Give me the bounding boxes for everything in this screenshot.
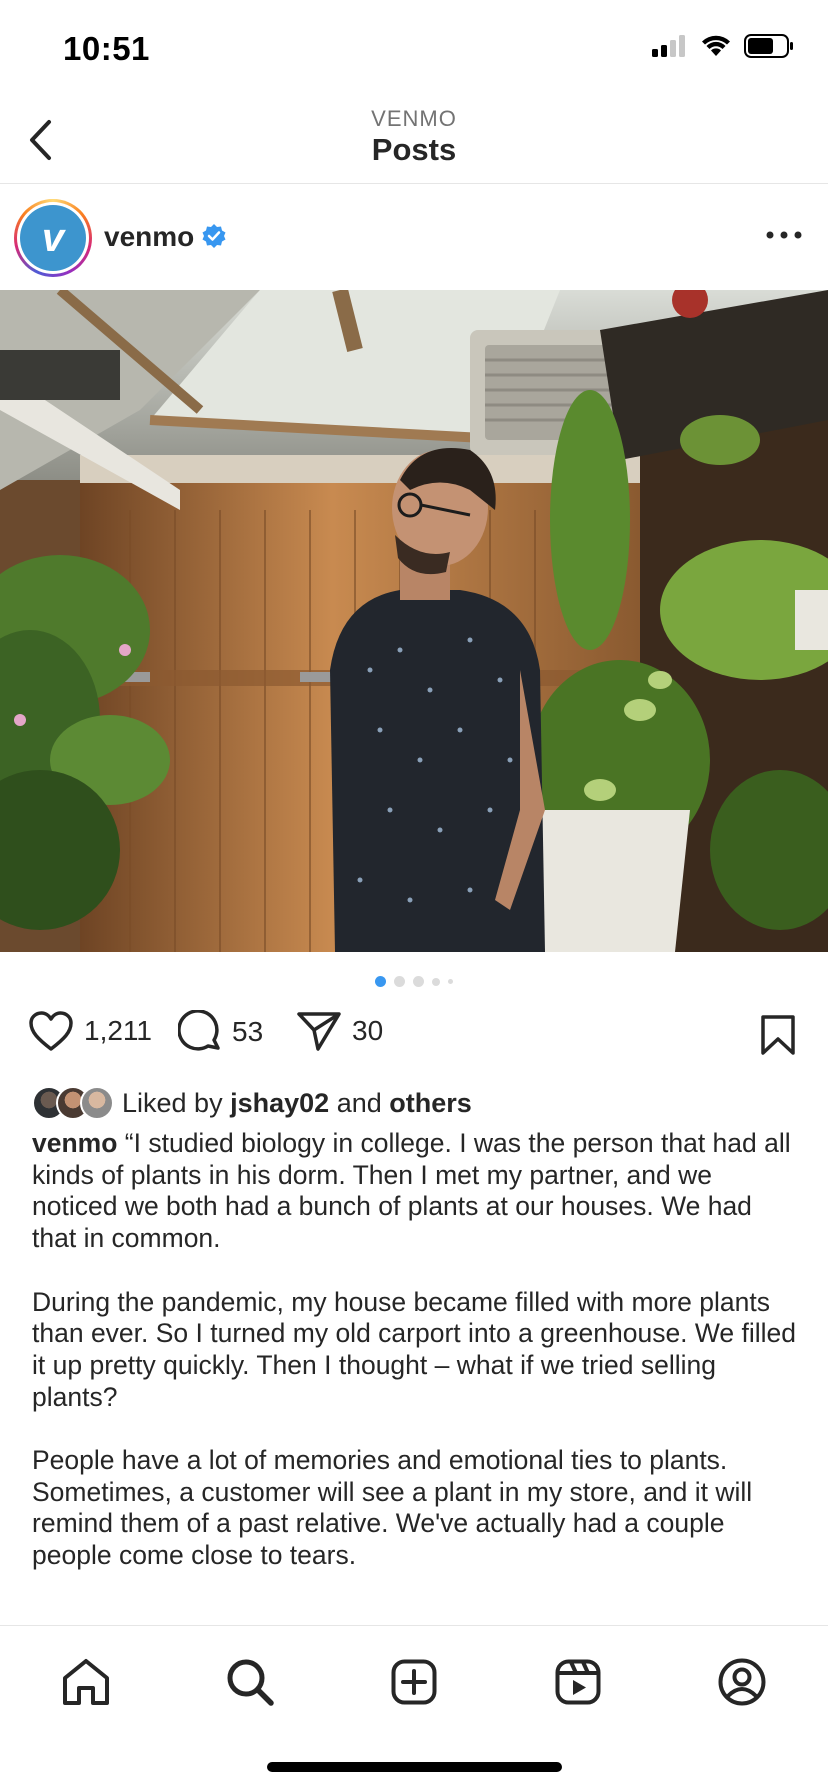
tab-profile[interactable] [712,1652,772,1712]
caption-paragraph: People have a lot of memories and emotio… [32,1445,753,1571]
bookmark-icon [761,1015,795,1055]
more-horizontal-icon [766,231,802,239]
post-caption: venmo “I studied biology in college. I w… [32,1128,802,1604]
liked-by-user[interactable]: jshay02 [230,1088,329,1118]
reels-icon [555,1659,601,1705]
post-actions: 1,211 53 30 [0,1010,828,1066]
status-bar: 10:51 [0,0,828,100]
carousel-dot [394,976,405,987]
post-username[interactable]: venmo [104,221,194,253]
verified-badge-icon [202,224,226,248]
liked-by-and: and [336,1087,382,1118]
carousel-dot [432,977,440,986]
liked-by-text: Liked by jshay02 and others [122,1088,472,1119]
carousel-dot-active [375,976,386,987]
battery-icon [744,34,793,58]
story-ring[interactable]: v [14,199,92,277]
more-options-button[interactable] [760,217,808,253]
caption-paragraph: venmo “I studied biology in college. I w… [32,1128,802,1255]
carousel-dot [413,976,424,987]
search-icon [227,1659,274,1706]
carousel-dot [448,979,453,984]
tab-bar [0,1625,828,1792]
heart-icon[interactable] [28,1010,74,1052]
liked-by-others[interactable]: others [389,1088,472,1118]
home-icon [63,1659,109,1705]
liker-avatars [32,1086,114,1120]
profile-icon [718,1658,766,1706]
tab-home[interactable] [56,1652,116,1712]
carousel-indicator [0,976,828,987]
save-button[interactable] [760,1014,796,1061]
caption-username[interactable]: venmo [32,1128,117,1158]
status-time: 10:51 [63,30,150,67]
navigation-bar: VENMO Posts [0,100,828,184]
liked-by-prefix: Liked by [122,1087,223,1118]
comments-count[interactable]: 53 [232,1016,263,1048]
nav-subtitle: VENMO [371,106,457,131]
post-image[interactable] [0,290,828,952]
liked-by-row[interactable]: Liked by jshay02 and others [32,1083,472,1123]
caption-text: “I studied biology in college. I was the… [32,1128,791,1254]
avatar: v [20,205,86,271]
shares-count[interactable]: 30 [352,1015,383,1047]
likes-count[interactable]: 1,211 [84,1015,152,1047]
send-icon[interactable] [296,1010,342,1052]
home-indicator [267,1762,562,1772]
cellular-signal-icon [652,35,685,57]
page-title: Posts [371,132,457,167]
tab-create[interactable] [384,1652,444,1712]
tab-search[interactable] [220,1652,280,1712]
comment-action: 53 [178,1010,263,1054]
post-header: v venmo [0,185,828,290]
tab-reels[interactable] [548,1652,608,1712]
photo-man-greenhouse-icon [0,290,828,952]
comment-icon[interactable] [178,1010,222,1054]
caption-paragraph: During the pandemic, my house became fil… [32,1286,797,1412]
wifi-icon [702,35,730,56]
create-icon [391,1659,437,1705]
like-action: 1,211 [28,1010,152,1052]
status-icons [652,34,794,58]
venmo-logo-icon: v [41,215,65,260]
share-action: 30 [296,1010,383,1052]
liker-avatar [80,1086,114,1120]
